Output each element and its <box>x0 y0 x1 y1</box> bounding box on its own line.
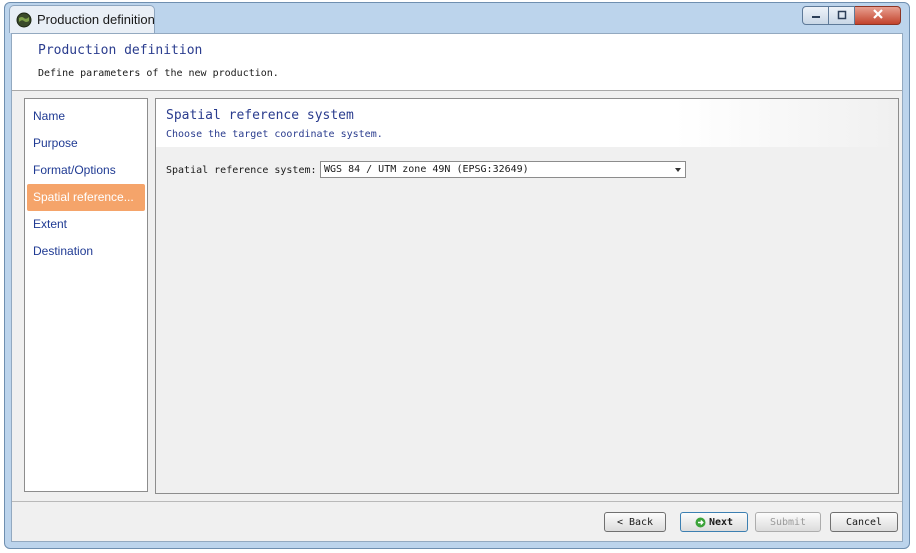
srs-selected-value: WGS 84 / UTM zone 49N (EPSG:32649) <box>324 164 529 175</box>
close-icon <box>872 7 884 25</box>
maximize-button[interactable] <box>829 6 855 25</box>
step-header: Spatial reference system Choose the targ… <box>156 99 898 147</box>
sidebar-item-destination[interactable]: Destination <box>25 238 147 265</box>
minimize-button[interactable] <box>802 6 829 25</box>
submit-button[interactable]: Submit <box>755 512 821 532</box>
close-button[interactable] <box>855 6 901 25</box>
minimize-icon <box>811 7 821 25</box>
step-content-panel: Spatial reference system Choose the targ… <box>155 98 899 494</box>
section-title: Spatial reference system <box>166 108 354 123</box>
page-title: Production definition <box>38 43 203 58</box>
cancel-button-label: Cancel <box>845 516 883 528</box>
production-definition-window: Production definition Production definit… <box>4 2 910 549</box>
back-button-label: < Back <box>616 516 654 528</box>
submit-button-label: Submit <box>769 516 807 528</box>
section-subtitle: Choose the target coordinate system. <box>166 129 383 140</box>
sidebar-item-name[interactable]: Name <box>25 103 147 130</box>
sidebar-item-spatial-reference[interactable]: Spatial reference... <box>27 184 145 211</box>
window-title-tab: Production definition <box>9 5 155 33</box>
maximize-icon <box>837 7 847 25</box>
sidebar-item-purpose[interactable]: Purpose <box>25 130 147 157</box>
next-arrow-icon <box>695 517 706 528</box>
window-title: Production definition <box>37 12 155 27</box>
window-controls <box>802 6 901 25</box>
sidebar-item-format-options[interactable]: Format/Options <box>25 157 147 184</box>
wizard-client-area: Production definition Define parameters … <box>11 33 903 542</box>
spatial-reference-select[interactable]: WGS 84 / UTM zone 49N (EPSG:32649) <box>320 161 686 178</box>
wizard-steps-sidebar: Name Purpose Format/Options Spatial refe… <box>24 98 148 492</box>
chevron-down-icon[interactable] <box>675 168 681 172</box>
next-button-label: Next <box>708 516 734 528</box>
srs-field-label: Spatial reference system: <box>166 165 317 176</box>
title-bar[interactable]: Production definition <box>5 3 909 33</box>
cancel-button[interactable]: Cancel <box>830 512 898 532</box>
back-button[interactable]: < Back <box>604 512 666 532</box>
page-subtitle: Define parameters of the new production. <box>38 68 279 79</box>
wizard-header: Production definition Define parameters … <box>12 34 902 91</box>
next-button[interactable]: Next <box>680 512 748 532</box>
globe-icon <box>16 12 32 28</box>
sidebar-item-extent[interactable]: Extent <box>25 211 147 238</box>
footer-divider <box>12 501 902 502</box>
